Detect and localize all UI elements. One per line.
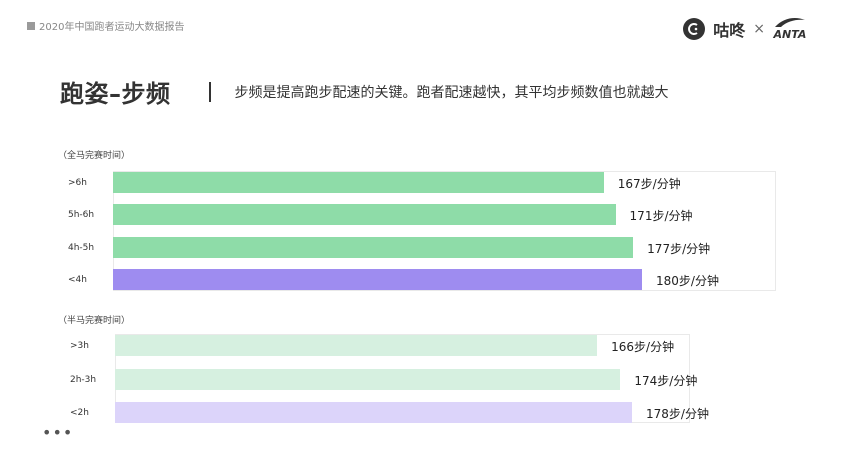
report-tag: 2020年中国跑者运动大数据报告 [27, 18, 184, 33]
half-marathon-value-label: 174步/分钟 [634, 374, 698, 388]
full-marathon-category-label: <4h [68, 275, 87, 285]
half-marathon-category-label: <2h [70, 408, 89, 418]
full-marathon-value-label: 177步/分钟 [647, 242, 711, 256]
square-icon [27, 21, 35, 30]
half-marathon-value-label: 178步/分钟 [646, 407, 709, 421]
header: 跑姿–步频 步频是提高跑步配速的关键。跑者配速越快，其平均步频数值也就越大 [60, 74, 669, 109]
more-icon[interactable]: ••• [42, 423, 73, 442]
full-marathon-bar [113, 269, 642, 290]
full-marathon-group-label: （全马完赛时间） [58, 151, 131, 161]
report-tag-text: 2020年中国跑者运动大数据报告 [39, 22, 185, 33]
half-marathon-group-label: （半马完赛时间） [58, 316, 131, 326]
full-marathon-value-label: 171步/分钟 [629, 209, 693, 223]
full-marathon-value-label: 167步/分钟 [617, 177, 681, 191]
full-marathon-bar [113, 204, 616, 225]
codoon-logo-icon [683, 17, 706, 40]
full-marathon-category-label: 4h-5h [68, 243, 95, 253]
half-marathon-bar [115, 369, 621, 390]
half-marathon-category-label: >3h [70, 341, 89, 351]
full-marathon-bar [113, 172, 604, 193]
full-marathon-bar [113, 237, 634, 258]
page-title: 跑姿–步频 [60, 80, 171, 108]
full-marathon-category-label: >6h [68, 178, 87, 188]
page-subtitle: 步频是提高跑步配速的关键。跑者配速越快，其平均步频数值也就越大 [234, 84, 669, 101]
half-marathon-category-label: 2h-3h [70, 375, 97, 385]
half-marathon-value-label: 166步/分钟 [611, 340, 675, 354]
half-marathon-bar [115, 402, 632, 423]
half-marathon-bar [115, 335, 598, 356]
full-marathon-value-label: 180步/分钟 [656, 274, 719, 288]
title-divider [208, 81, 211, 102]
codoon-logo-text: 咕咚 [713, 20, 746, 40]
brand-logos: 咕咚 × ANTA [683, 16, 807, 41]
anta-logo: ANTA [773, 16, 807, 41]
anta-swoosh-icon [775, 18, 805, 27]
anta-logo-text: ANTA [773, 28, 807, 41]
full-marathon-category-label: 5h-6h [68, 210, 95, 220]
times-sign: × [753, 20, 765, 37]
